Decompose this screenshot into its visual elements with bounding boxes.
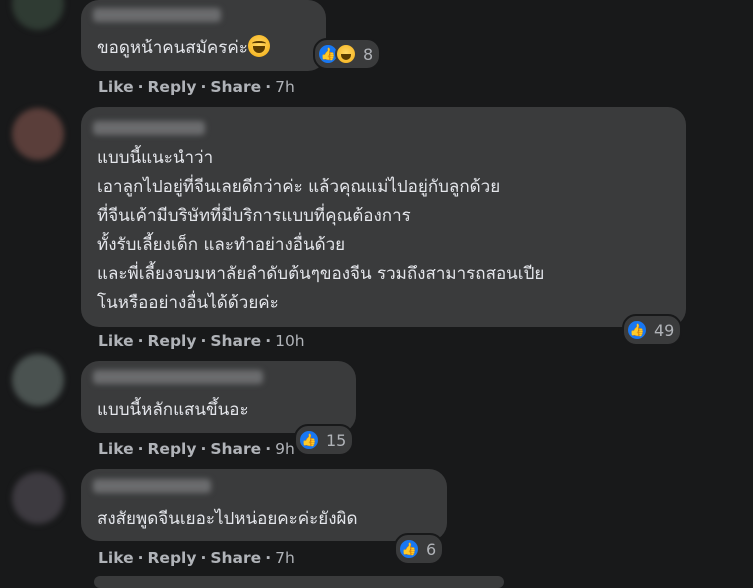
reaction-count: 6 xyxy=(426,539,437,559)
share-button[interactable]: Share xyxy=(210,549,261,567)
reaction-summary[interactable]: 👍 8 xyxy=(313,38,382,70)
timestamp[interactable]: 10h xyxy=(275,332,305,350)
share-button[interactable]: Share xyxy=(210,332,261,350)
next-comment-bubble-partial xyxy=(94,576,504,588)
separator: · xyxy=(200,440,207,458)
like-button[interactable]: Like xyxy=(98,332,134,350)
comment-bubble: แบบนี้แนะนำว่า เอาลูกไปอยู่ที่จีนเลยดีกว… xyxy=(81,107,686,327)
share-button[interactable]: Share xyxy=(210,78,261,96)
reply-button[interactable]: Reply xyxy=(148,78,197,96)
separator: · xyxy=(137,549,144,567)
haha-reaction-icon xyxy=(335,43,357,65)
reaction-summary[interactable]: 👍 6 xyxy=(394,533,445,565)
timestamp[interactable]: 7h xyxy=(275,549,295,567)
separator: · xyxy=(200,332,207,350)
timestamp[interactable]: 7h xyxy=(275,78,295,96)
avatar[interactable] xyxy=(12,472,64,524)
laughing-tears-emoji-icon xyxy=(247,35,270,57)
comment-text: แบบนี้หลักแสนขึ้นอะ xyxy=(97,396,342,425)
reply-button[interactable]: Reply xyxy=(148,549,197,567)
like-button[interactable]: Like xyxy=(98,440,134,458)
separator: · xyxy=(265,549,272,567)
comment-text: แบบนี้แนะนำว่า เอาลูกไปอยู่ที่จีนเลยดีกว… xyxy=(97,144,672,318)
separator: · xyxy=(137,332,144,350)
like-reaction-icon: 👍 xyxy=(626,319,648,341)
reaction-summary[interactable]: 👍 15 xyxy=(294,424,355,456)
comment-actions: Like · Reply · Share · 7h xyxy=(98,78,295,96)
author-name-blurred[interactable] xyxy=(93,370,263,384)
comment-text: สงสัยพูดจีนเยอะไปหน่อยคะค่ะยังผิด xyxy=(97,505,433,534)
comment-line: ขอดูหน้าคนสมัครค่ะ xyxy=(97,38,248,58)
comment-text: ขอดูหน้าคนสมัครค่ะ xyxy=(97,34,312,63)
comment-actions: Like · Reply · Share · 7h xyxy=(98,549,295,567)
separator: · xyxy=(137,78,144,96)
comment-bubble: สงสัยพูดจีนเยอะไปหน่อยคะค่ะยังผิด xyxy=(81,469,447,541)
reaction-count: 15 xyxy=(326,430,347,450)
separator: · xyxy=(265,78,272,96)
author-name-blurred[interactable] xyxy=(93,479,211,493)
separator: · xyxy=(200,549,207,567)
reply-button[interactable]: Reply xyxy=(148,332,197,350)
separator: · xyxy=(265,332,272,350)
comment-bubble: แบบนี้หลักแสนขึ้นอะ xyxy=(81,361,356,433)
like-button[interactable]: Like xyxy=(98,78,134,96)
comment-line: แบบนี้แนะนำว่า xyxy=(97,148,214,168)
comment-line: แบบนี้หลักแสนขึ้นอะ xyxy=(97,400,249,420)
like-reaction-icon: 👍 xyxy=(298,429,320,451)
reaction-count: 8 xyxy=(363,44,374,64)
like-button[interactable]: Like xyxy=(98,549,134,567)
reply-button[interactable]: Reply xyxy=(148,440,197,458)
comment-actions: Like · Reply · Share · 10h xyxy=(98,332,305,350)
comment-line: โนหรืออย่างอื่นได้ด้วยค่ะ xyxy=(97,293,279,313)
author-name-blurred[interactable] xyxy=(93,121,205,135)
avatar[interactable] xyxy=(12,354,64,406)
comment-line: ที่จีนเค้ามีบริษัทที่มีบริการแบบที่คุณต้… xyxy=(97,206,411,226)
comment-bubble: ขอดูหน้าคนสมัครค่ะ xyxy=(81,0,326,71)
share-button[interactable]: Share xyxy=(210,440,261,458)
reaction-count: 49 xyxy=(654,320,675,340)
comment-line: เอาลูกไปอยู่ที่จีนเลยดีกว่าค่ะ แล้วคุณแม… xyxy=(97,177,501,197)
separator: · xyxy=(265,440,272,458)
timestamp[interactable]: 9h xyxy=(275,440,295,458)
reaction-summary[interactable]: 👍 49 xyxy=(622,314,683,346)
avatar[interactable] xyxy=(12,0,64,30)
comment-line: ทั้งรับเลี้ยงเด็ก และทำอย่างอื่นด้วย xyxy=(97,235,346,255)
comment-actions: Like · Reply · Share · 9h xyxy=(98,440,295,458)
author-name-blurred[interactable] xyxy=(93,8,221,22)
comment-line: สงสัยพูดจีนเยอะไปหน่อยคะค่ะยังผิด xyxy=(97,509,358,529)
separator: · xyxy=(137,440,144,458)
like-reaction-icon: 👍 xyxy=(398,538,420,560)
comment-line: และพี่เลี้ยงจบมหาลัยลำดับต้นๆของจีน รวมถ… xyxy=(97,264,545,284)
avatar[interactable] xyxy=(12,108,64,160)
separator: · xyxy=(200,78,207,96)
